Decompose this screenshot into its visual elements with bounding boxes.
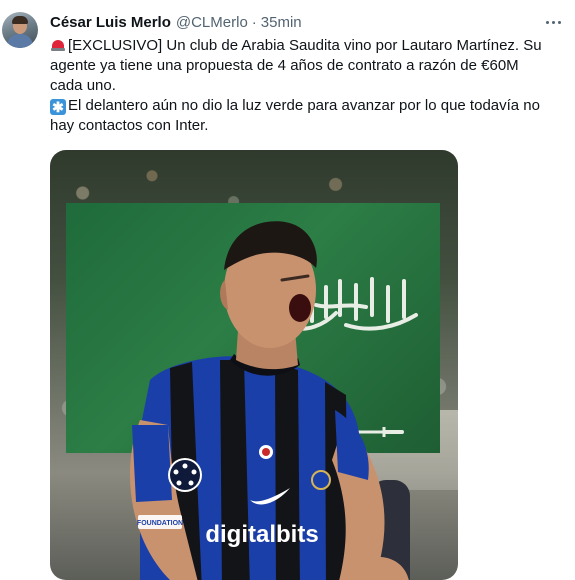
author-avatar[interactable] [2,12,38,48]
author-handle[interactable]: @CLMerlo [176,14,248,31]
tweet-paragraph-2-text: El delantero aún no dio la luz verde par… [50,97,540,134]
tweet-header: César Luis Merlo @CLMerlo · 35min [50,12,302,32]
sponsor-digitalbits-text: digitalbits [205,521,318,548]
author-name[interactable]: César Luis Merlo [50,14,171,31]
tweet-paragraph-1-text: [EXCLUSIVO] Un club de Arabia Saudita vi… [50,37,542,94]
avatar-hair [12,16,28,24]
tweet-text: [EXCLUSIVO] Un club de Arabia Saudita vi… [50,36,555,136]
tweet-paragraph-1: [EXCLUSIVO] Un club de Arabia Saudita vi… [50,36,555,96]
police-light-siren-icon [50,36,66,52]
foundation-patch-text: FOUNDATION [137,520,183,527]
separator-dot: · [251,13,257,31]
tweet-paragraph-2: ✱ El delantero aún no dio la luz verde pa… [50,96,555,136]
tweet-media-image[interactable]: FOUNDATION digitalbits [50,150,458,580]
avatar-shirt [7,34,33,48]
footballer-celebrating: FOUNDATION digitalbits [130,221,409,580]
tweet-timestamp[interactable]: 35min [261,14,302,31]
asterisk-icon: ✱ [50,99,66,115]
more-options-icon[interactable] [541,12,565,32]
